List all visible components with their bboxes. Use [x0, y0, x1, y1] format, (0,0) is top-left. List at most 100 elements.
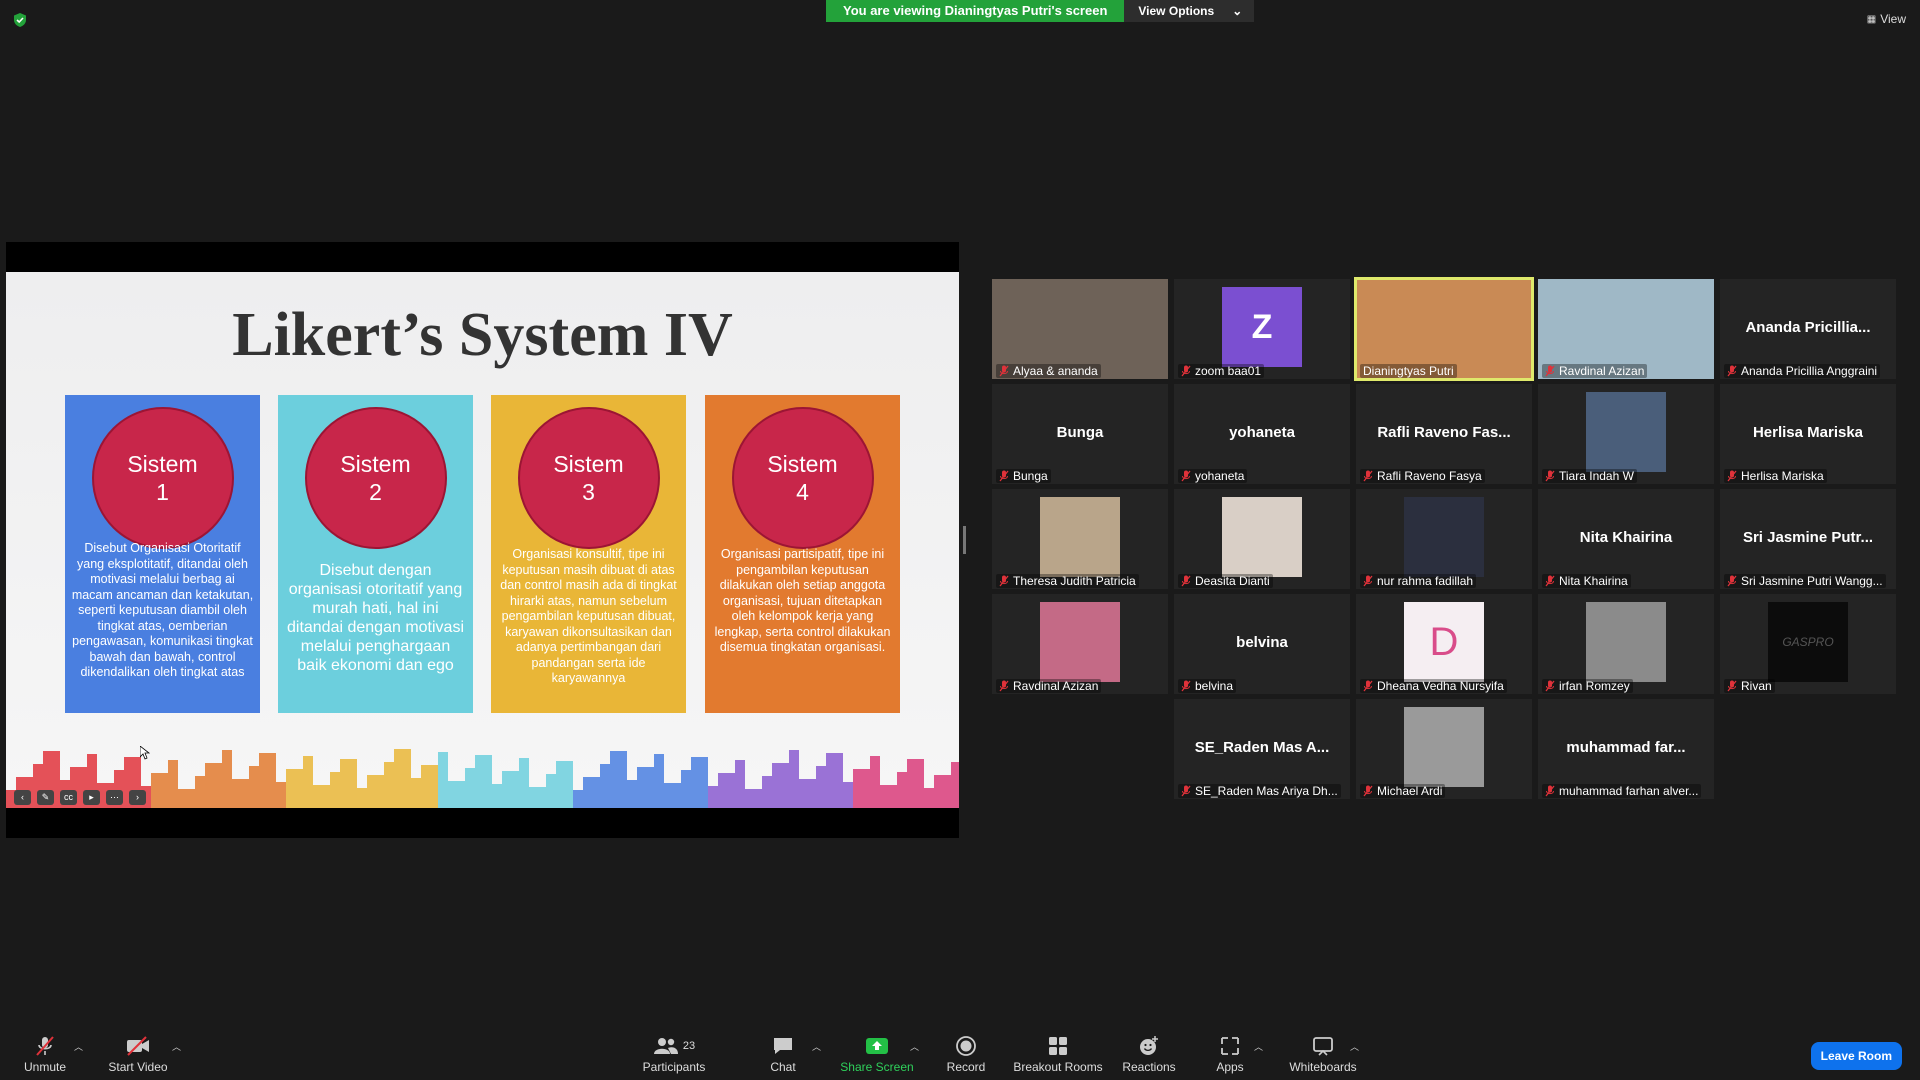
muted-mic-icon [1363, 575, 1373, 587]
participant-gallery: Alyaa & ananda Zzoom baa01 Dianingtyas Put… [992, 277, 1898, 799]
participant-tile[interactable]: belvina belvina [1174, 594, 1350, 694]
more-icon[interactable]: ⋯ [106, 790, 123, 805]
system-circle-label: Sistem 2 [304, 407, 447, 549]
pen-icon[interactable]: ✎ [37, 790, 54, 805]
participant-tile[interactable]: Zzoom baa01 [1174, 279, 1350, 379]
reactions-label: Reactions [1122, 1060, 1176, 1074]
previous-slide-icon[interactable]: ‹ [14, 790, 31, 805]
system-description: Disebut Organisasi Otoritatif yang ekspl… [71, 541, 254, 679]
system-card-1: Sistem 1 Disebut Organisasi Otoritatif ya… [65, 395, 260, 713]
participant-tile[interactable]: SE_Raden Mas A... SE_Raden Mas Ariya Dh..… [1174, 699, 1350, 799]
participant-tile[interactable]: Theresa Judith Patricia [992, 489, 1168, 589]
captions-icon[interactable]: cc [60, 790, 77, 805]
participant-tile[interactable]: Herlisa Mariska Herlisa Mariska [1720, 384, 1896, 484]
participant-name-label: Michael Ardi [1360, 784, 1446, 798]
system-card-3: Sistem 3 Organisasi konsultif, tipe ini k… [491, 395, 686, 713]
participant-tile[interactable]: Alyaa & ananda [992, 279, 1168, 379]
muted-mic-icon [1181, 365, 1191, 377]
muted-mic-icon [1545, 470, 1555, 482]
participant-display-name: Bunga [1056, 424, 1104, 441]
view-button[interactable]: ▦ View [1867, 12, 1906, 26]
participant-tile[interactable]: Michael Ardi [1356, 699, 1532, 799]
participant-tile[interactable]: Nita Khairina Nita Khairina [1538, 489, 1714, 589]
participant-display-name: yohaneta [1229, 424, 1295, 441]
video-icon[interactable]: ▸ [83, 790, 100, 805]
share-screen-button[interactable]: Share Screen [832, 1034, 922, 1074]
muted-mic-icon [1181, 470, 1191, 482]
meeting-toolbar: Unmute ︿ Start Video ︿ 23 Participants C… [0, 1030, 1920, 1080]
participant-tile[interactable]: nur rahma fadillah [1356, 489, 1532, 589]
participant-name-label: Herlisa Mariska [1724, 469, 1827, 483]
breakout-rooms-label: Breakout Rooms [1013, 1060, 1103, 1074]
muted-mic-icon [1363, 470, 1373, 482]
leave-room-button[interactable]: Leave Room [1810, 1042, 1902, 1070]
muted-mic-icon [1181, 680, 1191, 692]
whiteboards-label: Whiteboards [1289, 1060, 1357, 1074]
chat-label: Chat [770, 1060, 796, 1074]
participant-name-label: Theresa Judith Patricia [996, 574, 1139, 588]
muted-mic-icon [1363, 785, 1373, 797]
participant-name-label: Bunga [996, 469, 1051, 483]
security-shield-icon[interactable] [12, 12, 28, 28]
avatar: GASPRO [1768, 602, 1848, 682]
participant-name-label: zoom baa01 [1178, 364, 1265, 378]
participant-tile[interactable]: Bunga Bunga [992, 384, 1168, 484]
avatar: D [1404, 602, 1484, 682]
muted-mic-icon [1545, 575, 1555, 587]
participant-name-label: Nita Khairina [1542, 574, 1631, 588]
next-slide-icon[interactable]: › [129, 790, 146, 805]
participant-tile[interactable]: Dianingtyas Putri [1354, 277, 1534, 381]
participant-tile[interactable]: Sri Jasmine Putr... Sri Jasmine Putri Wan… [1720, 489, 1896, 589]
muted-mic-icon [1363, 680, 1373, 692]
system-description: Organisasi konsultif, tipe ini keputusan… [500, 547, 677, 685]
apps-options-caret-icon[interactable]: ︿ [1254, 1040, 1263, 1053]
avatar [1586, 602, 1666, 682]
participant-tile[interactable]: yohaneta yohaneta [1174, 384, 1350, 484]
record-label: Record [946, 1060, 986, 1074]
participant-tile[interactable]: Deasita Dianti [1174, 489, 1350, 589]
participant-tile[interactable]: Ravdinal Azizan [1538, 279, 1714, 379]
participant-name-label: Tiara Indah W [1542, 469, 1637, 483]
participants-button[interactable]: 23 Participants [629, 1034, 719, 1074]
reactions-button[interactable]: Reactions [1104, 1034, 1194, 1074]
reactions-smiley-icon [1140, 1036, 1158, 1055]
participant-display-name: Nita Khairina [1579, 529, 1673, 546]
panel-resize-handle[interactable] [963, 526, 966, 554]
muted-mic-icon [1727, 365, 1737, 377]
avatar [1040, 602, 1120, 682]
view-options-label: View Options [1138, 4, 1215, 18]
participant-tile[interactable]: irfan Romzey [1538, 594, 1714, 694]
slideshow-controls[interactable]: ‹ ✎ cc ▸ ⋯ › [14, 790, 146, 805]
participant-tile[interactable]: GASPRO Rivan [1720, 594, 1896, 694]
audio-options-caret-icon[interactable]: ︿ [74, 1040, 83, 1053]
whiteboards-options-caret-icon[interactable]: ︿ [1350, 1040, 1359, 1053]
participant-tile[interactable]: Ravdinal Azizan [992, 594, 1168, 694]
view-options-button[interactable]: View Options ⌄ [1124, 0, 1255, 22]
breakout-rooms-button[interactable]: Breakout Rooms [1013, 1034, 1103, 1074]
participant-tile[interactable]: Tiara Indah W [1538, 384, 1714, 484]
shared-screen[interactable]: Likert’s System IV Sistem 1 Disebut Organ… [6, 242, 959, 838]
start-video-button[interactable]: Start Video [93, 1034, 183, 1074]
participant-name-label: Rivan [1724, 679, 1775, 693]
participant-count: 23 [682, 1040, 696, 1052]
participant-tile[interactable]: muhammad far... muhammad farhan alver... [1538, 699, 1714, 799]
muted-mic-icon [1181, 785, 1191, 797]
muted-mic-icon [1545, 365, 1555, 377]
participant-tile[interactable]: Ananda Pricillia... Ananda Pricillia Angg… [1720, 279, 1896, 379]
breakout-rooms-icon [1049, 1037, 1067, 1055]
chat-options-caret-icon[interactable]: ︿ [812, 1040, 821, 1053]
participant-name-label: belvina [1178, 679, 1237, 693]
participant-display-name: Ananda Pricillia... [1745, 319, 1871, 336]
video-options-caret-icon[interactable]: ︿ [172, 1040, 181, 1053]
record-button[interactable]: Record [921, 1034, 1011, 1074]
participant-name-label: SE_Raden Mas Ariya Dh... [1178, 784, 1341, 798]
system-card-2: Sistem 2 Disebut dengan organisasi otorit… [278, 395, 473, 713]
participants-label: Participants [642, 1060, 706, 1074]
unmute-label: Unmute [23, 1060, 67, 1074]
view-label: View [1880, 12, 1906, 26]
participant-tile[interactable]: D Dheana Vedha Nursyifa [1356, 594, 1532, 694]
participant-tile[interactable]: Rafli Raveno Fas... Rafli Raveno Fasya [1356, 384, 1532, 484]
share-options-caret-icon[interactable]: ︿ [910, 1040, 919, 1053]
participant-name-label: nur rahma fadillah [1360, 574, 1477, 588]
avatar [1404, 497, 1484, 577]
